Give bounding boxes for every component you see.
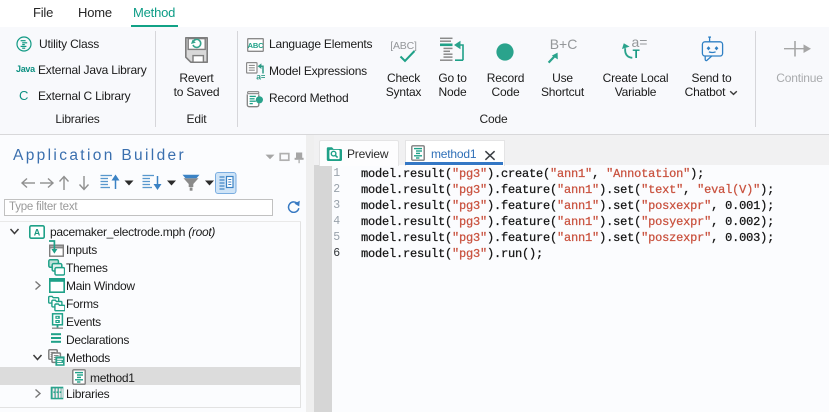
svg-text:ABC: ABC	[248, 41, 264, 50]
svg-text:A: A	[34, 228, 41, 238]
svg-text:a=: a=	[256, 71, 265, 80]
svg-text:T: T	[633, 49, 640, 60]
